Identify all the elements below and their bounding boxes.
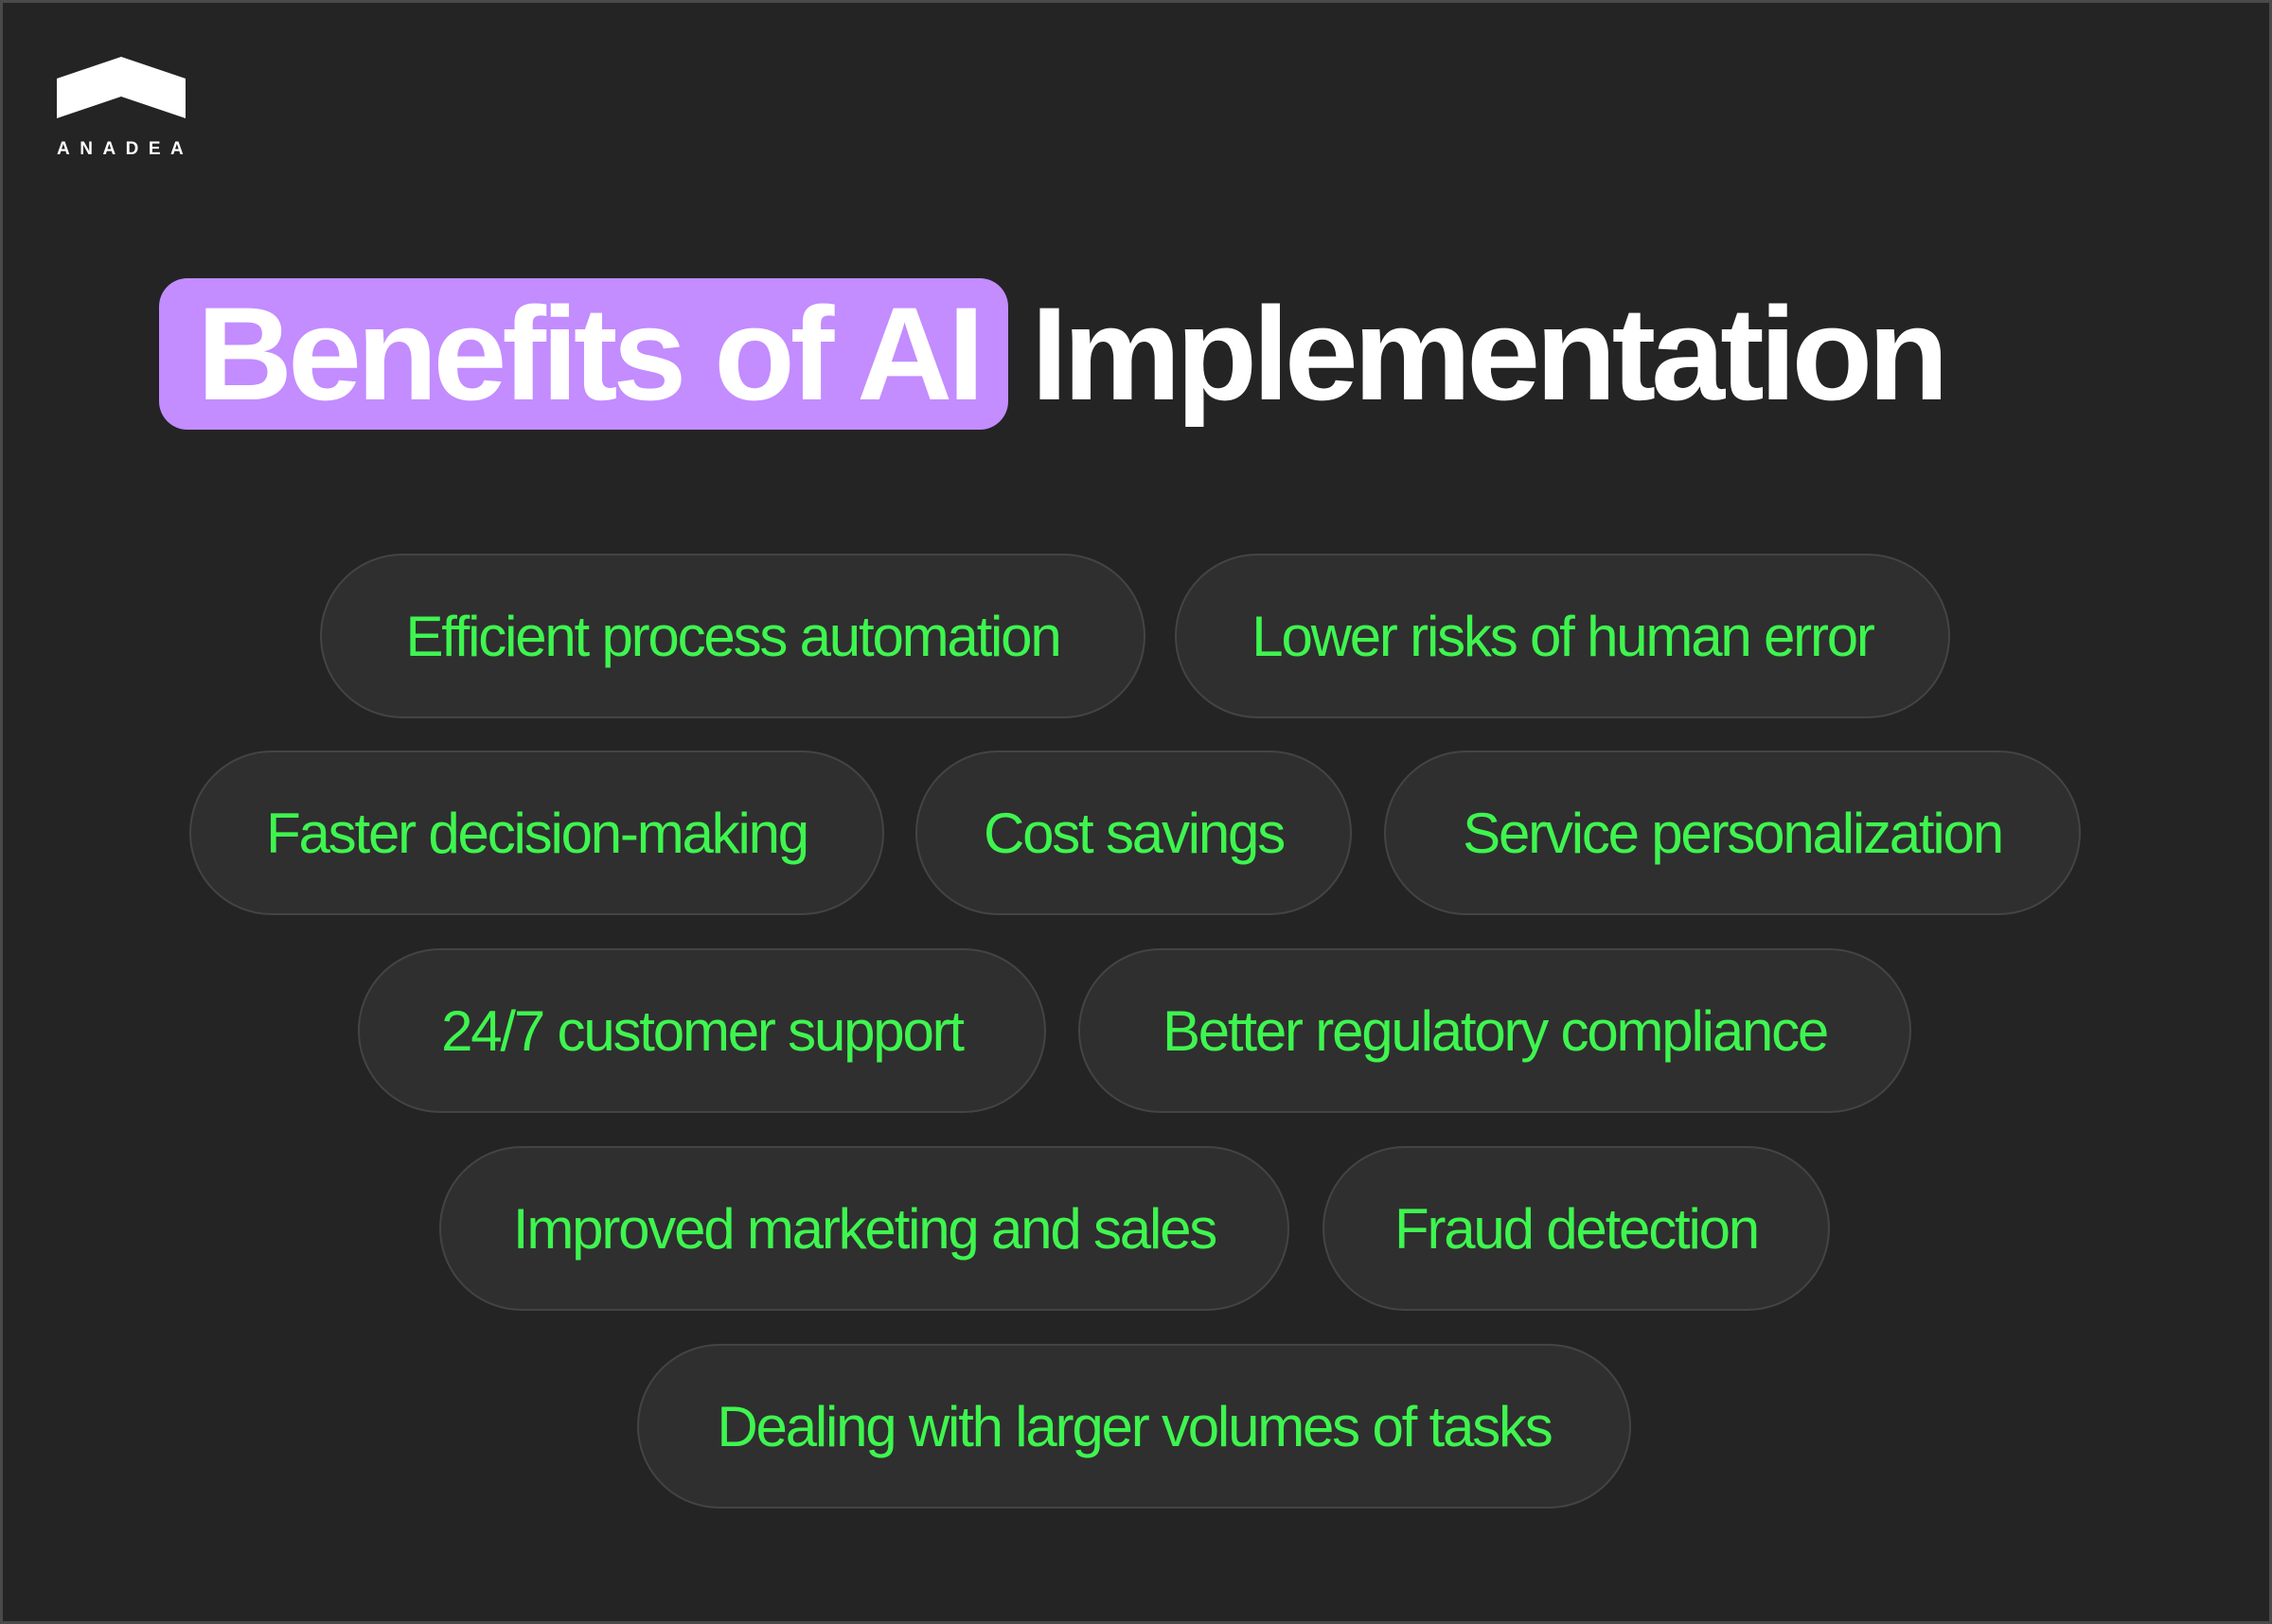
- brand-name: ANADEA: [57, 139, 194, 159]
- page-title: Benefits of AI Implementation: [159, 278, 1949, 430]
- title-rest: Implementation: [1031, 279, 1949, 428]
- benefit-pill: Better regulatory compliance: [1078, 948, 1911, 1113]
- benefit-pill: Dealing with larger volumes of tasks: [637, 1344, 1631, 1509]
- benefit-pill: Lower risks of human error: [1175, 554, 1950, 718]
- benefit-pill: Fraud detection: [1322, 1146, 1830, 1311]
- benefit-pill: 24/7 customer support: [358, 948, 1046, 1113]
- benefit-pill: Improved marketing and sales: [439, 1146, 1289, 1311]
- benefit-pill: Faster decision-making: [189, 750, 884, 915]
- benefit-pill: Service personalization: [1384, 750, 2081, 915]
- chevron-roof-icon: [57, 57, 186, 118]
- title-highlight: Benefits of AI: [159, 278, 1009, 430]
- benefit-pill: Efficient process automation: [320, 554, 1145, 718]
- benefit-pill: Cost savings: [915, 750, 1352, 915]
- brand-logo: ANADEA: [57, 57, 186, 160]
